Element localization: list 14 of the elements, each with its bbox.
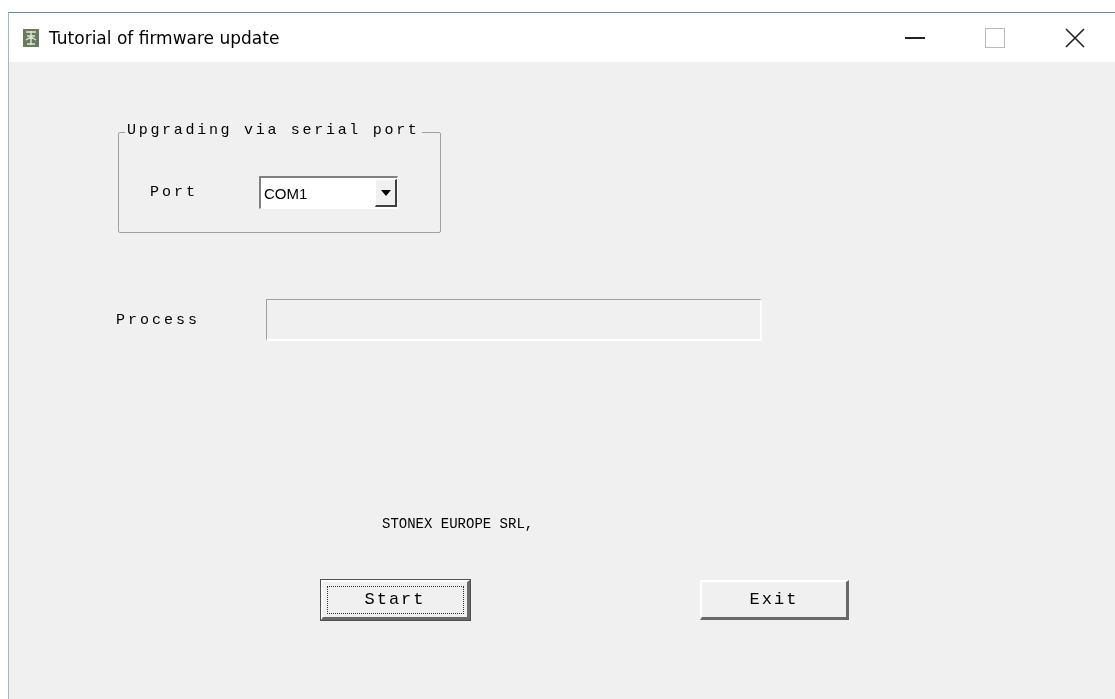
process-label: Process [116,311,201,329]
maximize-icon [985,27,1005,48]
group-title: Upgrading via serial port [125,122,422,139]
app-icon [23,28,39,47]
dialog-button[interactable]: Exit [700,580,849,620]
window-title: Tutorial of firmware update [49,27,281,48]
caret-icon [380,189,391,196]
port-label: Port [150,184,199,201]
minimize-icon [905,36,925,39]
dropdown-button[interactable] [375,179,397,207]
company-text: STONEX EUROPE SRL, [382,516,534,532]
port-dropdown[interactable]: COM1 [259,176,398,209]
dialog-button[interactable]: Start [321,580,470,620]
close-icon [1065,27,1085,48]
